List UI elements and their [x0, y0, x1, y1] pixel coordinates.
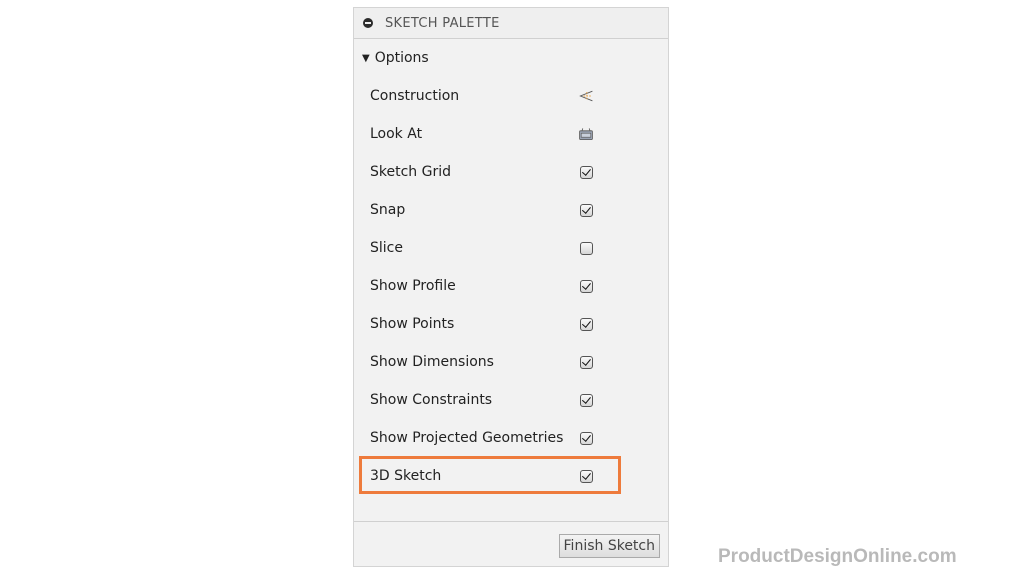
- palette-footer: Finish Sketch: [354, 521, 668, 566]
- palette-header[interactable]: SKETCH PALETTE: [354, 8, 668, 39]
- option-label: Slice: [370, 240, 403, 256]
- collapse-icon[interactable]: [363, 18, 373, 28]
- option-label: Show Dimensions: [370, 354, 494, 370]
- option-label: Snap: [370, 202, 406, 218]
- options-label: Options: [374, 50, 429, 66]
- options-section-toggle[interactable]: ▼ Options: [354, 39, 668, 77]
- option-label: Construction: [370, 88, 460, 104]
- option-row-show-points: Show Points: [354, 305, 668, 343]
- sketch-grid-checkbox[interactable]: [579, 165, 593, 179]
- option-row-show-constraints: Show Constraints: [354, 381, 668, 419]
- triangle-down-icon: ▼: [362, 52, 370, 64]
- option-label: Sketch Grid: [370, 164, 451, 180]
- sketch-palette: SKETCH PALETTE ▼ Options Construction Lo…: [353, 7, 669, 567]
- 3d-sketch-checkbox[interactable]: [579, 469, 593, 483]
- show-points-checkbox[interactable]: [579, 317, 593, 331]
- show-projected-geometries-checkbox[interactable]: [579, 431, 593, 445]
- slice-checkbox[interactable]: [579, 241, 593, 255]
- option-row-3d-sketch: 3D Sketch: [354, 457, 668, 495]
- finish-sketch-button[interactable]: Finish Sketch: [558, 534, 660, 558]
- look-at-icon[interactable]: [578, 126, 594, 142]
- palette-title: SKETCH PALETTE: [385, 15, 500, 31]
- option-row-construction: Construction: [354, 77, 668, 115]
- option-row-slice: Slice: [354, 229, 668, 267]
- option-label: 3D Sketch: [370, 468, 442, 484]
- option-label: Look At: [370, 126, 423, 142]
- snap-checkbox[interactable]: [579, 203, 593, 217]
- option-label: Show Profile: [370, 278, 456, 294]
- option-row-sketch-grid: Sketch Grid: [354, 153, 668, 191]
- show-profile-checkbox[interactable]: [579, 279, 593, 293]
- show-constraints-checkbox[interactable]: [579, 393, 593, 407]
- option-row-snap: Snap: [354, 191, 668, 229]
- options-list: Construction Look At Sketch Grid Snap Sl…: [354, 77, 668, 495]
- show-dimensions-checkbox[interactable]: [579, 355, 593, 369]
- option-row-look-at: Look At: [354, 115, 668, 153]
- option-row-show-profile: Show Profile: [354, 267, 668, 305]
- option-row-show-dimensions: Show Dimensions: [354, 343, 668, 381]
- watermark: ProductDesignOnline.com: [718, 546, 957, 567]
- option-row-show-projected-geometries: Show Projected Geometries: [354, 419, 668, 457]
- option-label: Show Projected Geometries: [370, 430, 564, 446]
- option-label: Show Constraints: [370, 392, 493, 408]
- option-label: Show Points: [370, 316, 455, 332]
- construction-icon[interactable]: [578, 88, 594, 104]
